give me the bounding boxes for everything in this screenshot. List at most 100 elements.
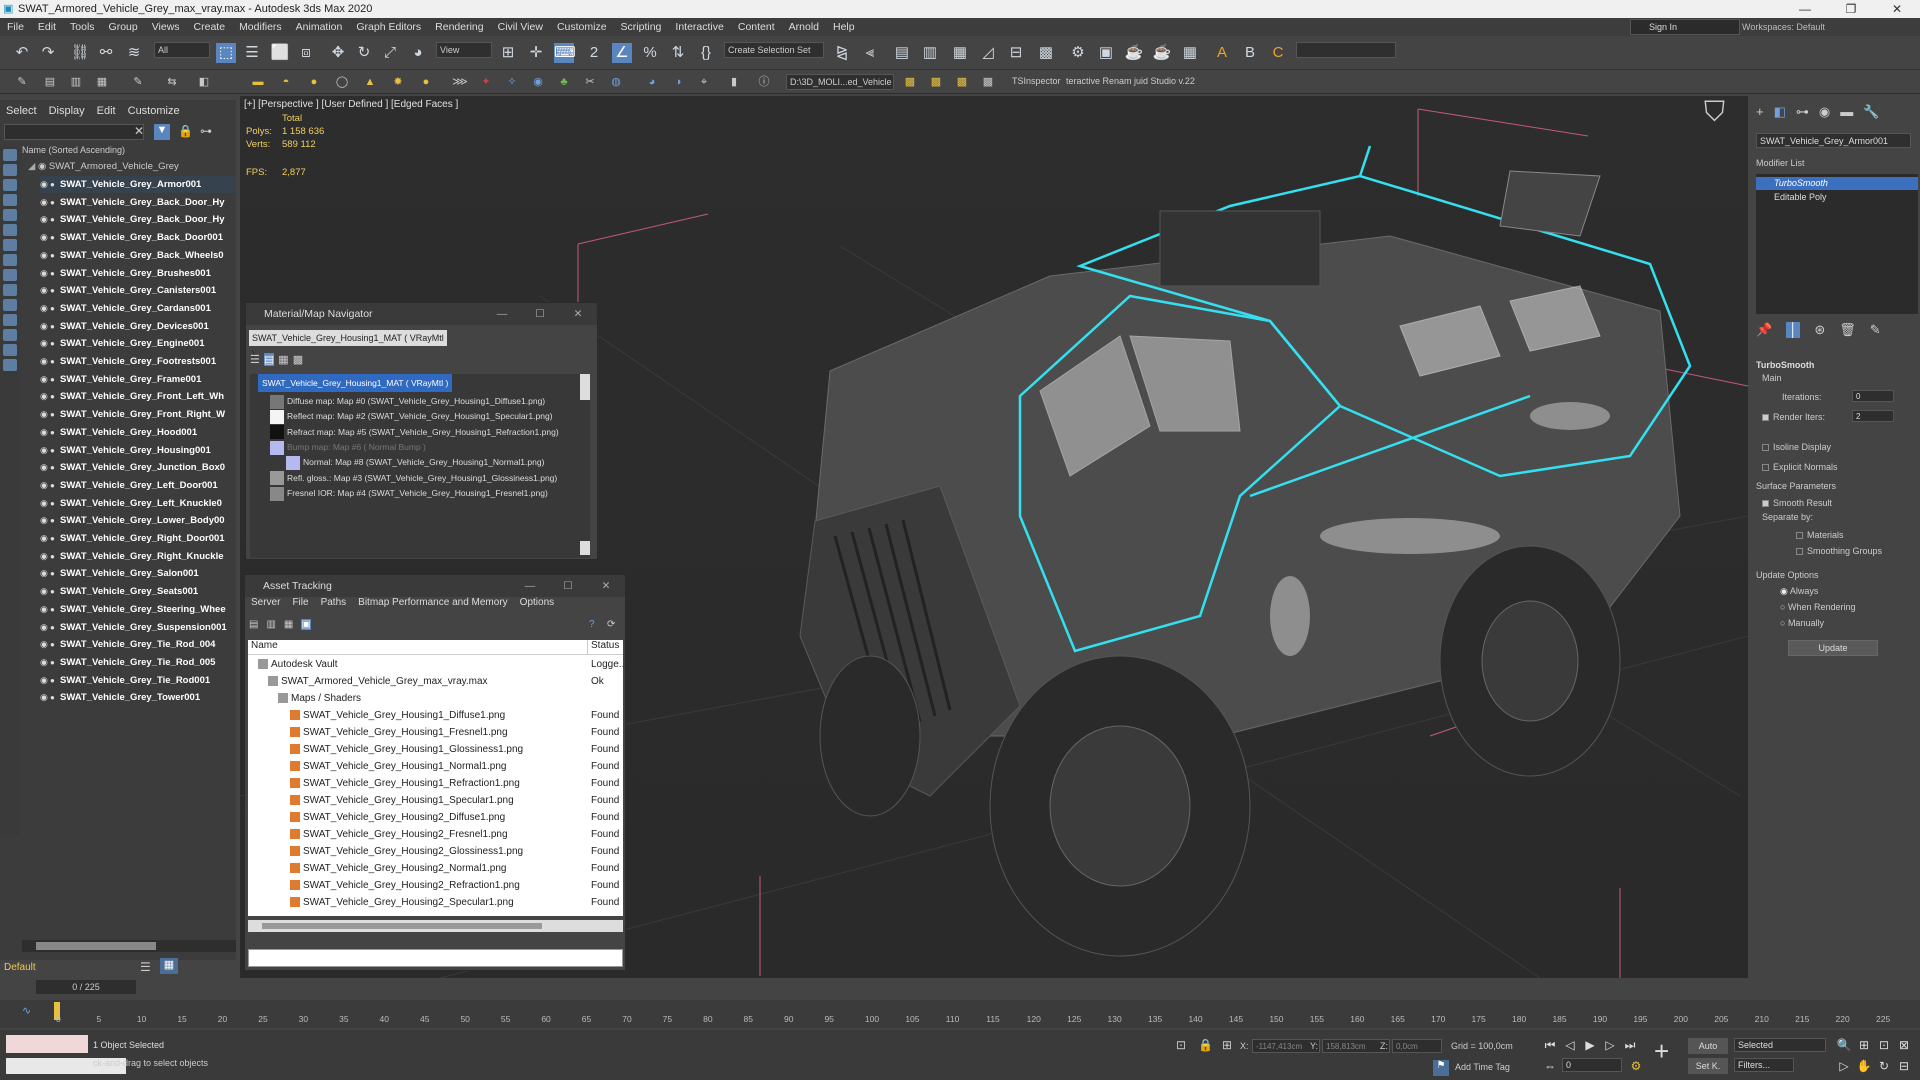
select-by-name-icon[interactable]: ☰ bbox=[242, 43, 262, 63]
toggle-ribbon-icon[interactable]: ▥ bbox=[920, 43, 940, 63]
visibility-eye-icon[interactable]: ◉ bbox=[40, 247, 50, 264]
asset-row[interactable]: SWAT_Vehicle_Grey_Housing1_Specular1.png… bbox=[248, 792, 623, 809]
render-activeshade-icon[interactable]: ▦ bbox=[1180, 43, 1200, 63]
lock-icon[interactable]: 🔒 bbox=[178, 124, 193, 138]
visibility-eye-icon[interactable]: ◉ bbox=[40, 548, 50, 565]
asset-menu-bitmap[interactable]: Bitmap Performance and Memory bbox=[352, 597, 514, 613]
tool-icon-13[interactable]: ✸ bbox=[390, 74, 406, 90]
rendered-frame-window-icon[interactable]: ▣ bbox=[1096, 43, 1116, 63]
filter-cameras-icon[interactable] bbox=[3, 194, 17, 206]
z-coord[interactable]: 0,0cm bbox=[1392, 1039, 1442, 1053]
when-rendering-radio[interactable]: ○ bbox=[1780, 602, 1788, 612]
move-icon[interactable]: ✥ bbox=[328, 43, 348, 63]
visibility-eye-icon[interactable]: ◉ bbox=[40, 636, 50, 653]
asset-menu-options[interactable]: Options bbox=[514, 597, 560, 613]
key-filters-button[interactable]: Filters... bbox=[1734, 1058, 1794, 1072]
filter-groups-icon[interactable] bbox=[3, 239, 17, 251]
current-frame-field[interactable]: 0 bbox=[1562, 1058, 1622, 1072]
root-eye-icon[interactable]: ◉ bbox=[38, 161, 46, 172]
window-crossing-icon[interactable]: ⧈ bbox=[296, 43, 316, 63]
view-list-icons-icon[interactable]: ▤ bbox=[263, 353, 275, 366]
tool-icon-11[interactable]: ◯ bbox=[334, 74, 350, 90]
tsinspector-label[interactable]: TSInspector bbox=[1012, 76, 1061, 86]
filter-helpers-icon[interactable] bbox=[3, 209, 17, 221]
filter-frozen-icon[interactable] bbox=[3, 299, 17, 311]
filter-geometry-icon[interactable] bbox=[3, 149, 17, 161]
schematic-view-icon[interactable]: ⊟ bbox=[1006, 43, 1026, 63]
asset-menu-paths[interactable]: Paths bbox=[315, 597, 353, 613]
tool-icon-30[interactable]: ▩ bbox=[980, 74, 996, 90]
motion-tab-icon[interactable]: ◉ bbox=[1819, 104, 1830, 120]
object-row[interactable]: ◉ ● SWAT_Vehicle_Grey_Housing001 bbox=[40, 442, 236, 459]
menu-animation[interactable]: Animation bbox=[289, 21, 350, 33]
mirror-icon[interactable]: ⧎ bbox=[832, 43, 852, 63]
menu-graph-editors[interactable]: Graph Editors bbox=[349, 21, 428, 33]
filter-bones-icon[interactable] bbox=[3, 269, 17, 281]
create-tab-icon[interactable]: + bbox=[1756, 104, 1764, 120]
object-row[interactable]: ◉ ● SWAT_Vehicle_Grey_Hood001 bbox=[40, 424, 236, 441]
visibility-eye-icon[interactable]: ◉ bbox=[40, 530, 50, 547]
asset-titlebar[interactable]: Asset Tracking — ☐ ✕ bbox=[245, 575, 625, 597]
object-row[interactable]: ◉ ● SWAT_Vehicle_Grey_Engine001 bbox=[40, 335, 236, 352]
isoline-checkbox[interactable] bbox=[1762, 444, 1769, 452]
visibility-eye-icon[interactable]: ◉ bbox=[40, 194, 50, 211]
asset-row[interactable]: SWAT_Vehicle_Grey_Housing1_Glossiness1.p… bbox=[248, 741, 623, 758]
previous-frame-icon[interactable]: ◁ bbox=[1562, 1037, 1578, 1053]
go-to-start-icon[interactable]: ⏮ bbox=[1542, 1037, 1558, 1053]
visibility-eye-icon[interactable]: ◉ bbox=[40, 229, 50, 246]
render-iters-spinner[interactable]: 2 bbox=[1852, 410, 1894, 422]
select-object-icon[interactable]: ⬚ bbox=[216, 43, 236, 63]
asset-minimize-button[interactable]: — bbox=[511, 580, 549, 592]
object-row[interactable]: ◉ ● SWAT_Vehicle_Grey_Back_Door001 bbox=[40, 229, 236, 246]
next-frame-icon[interactable]: ▷ bbox=[1602, 1037, 1618, 1053]
link-icon[interactable]: ⛓ bbox=[70, 43, 90, 63]
viewport-label[interactable]: [+] [Perspective ] [User Defined ] [Edge… bbox=[244, 99, 458, 110]
close-button[interactable]: ✕ bbox=[1874, 2, 1920, 16]
modify-tab-icon[interactable]: ◧ bbox=[1774, 104, 1786, 120]
iterations-spinner[interactable]: 0 bbox=[1852, 390, 1894, 402]
named-selection-dropdown[interactable]: Create Selection Set bbox=[724, 42, 824, 58]
col-name[interactable]: Name bbox=[248, 640, 588, 654]
scene-explorer-icon[interactable]: ▦ bbox=[950, 43, 970, 63]
visibility-eye-icon[interactable]: ◉ bbox=[40, 335, 50, 352]
asset-row[interactable]: SWAT_Vehicle_Grey_Housing1_Diffuse1.png F… bbox=[248, 707, 623, 724]
asset-row[interactable]: SWAT_Vehicle_Grey_Housing2_Diffuse1.png F… bbox=[248, 809, 623, 826]
snaps-toggle-icon[interactable]: 2 bbox=[584, 43, 604, 63]
menu-create[interactable]: Create bbox=[187, 21, 233, 33]
visibility-eye-icon[interactable]: ◉ bbox=[40, 282, 50, 299]
hierarchy-tab-icon[interactable]: ⊶ bbox=[1796, 104, 1809, 120]
visibility-eye-icon[interactable]: ◉ bbox=[40, 211, 50, 228]
asset-refresh-icon[interactable]: ⟳ bbox=[607, 619, 615, 630]
modifier-list-dropdown[interactable]: Modifier List bbox=[1756, 158, 1918, 171]
maximize-button[interactable]: ❐ bbox=[1828, 2, 1874, 16]
tool-icon-20[interactable]: ✂ bbox=[582, 74, 598, 90]
filter-none-icon[interactable] bbox=[3, 344, 17, 356]
smooth-result-checkbox[interactable] bbox=[1762, 500, 1769, 508]
matnav-titlebar[interactable]: Material/Map Navigator — ☐ ✕ bbox=[246, 303, 597, 325]
update-button[interactable]: Update bbox=[1788, 640, 1878, 656]
make-unique-icon[interactable]: ⊛ bbox=[1814, 322, 1825, 338]
object-row[interactable]: ◉ ● SWAT_Vehicle_Grey_Armor001 bbox=[40, 176, 236, 193]
menu-rendering[interactable]: Rendering bbox=[428, 21, 490, 33]
rotate-icon[interactable]: ↻ bbox=[354, 43, 374, 63]
object-name-field[interactable]: SWAT_Vehicle_Grey_Armor001 bbox=[1756, 133, 1911, 148]
asset-help-icon[interactable]: ? bbox=[589, 619, 595, 630]
menu-edit[interactable]: Edit bbox=[31, 21, 63, 33]
asset-tree-icon[interactable]: ▥ bbox=[266, 619, 275, 630]
reference-coord-dropdown[interactable]: View bbox=[436, 42, 492, 58]
matnav-close-button[interactable]: ✕ bbox=[559, 308, 597, 320]
explicit-normals-checkbox[interactable] bbox=[1762, 464, 1769, 472]
scene-explorer-toggle-icon[interactable]: ▦ bbox=[160, 958, 178, 974]
tool-icon-16[interactable]: ✦ bbox=[478, 74, 494, 90]
menu-content[interactable]: Content bbox=[731, 21, 782, 33]
minimize-button[interactable]: — bbox=[1782, 2, 1828, 16]
object-row[interactable]: ◉ ● SWAT_Vehicle_Grey_Footrests001 bbox=[40, 353, 236, 370]
tool-icon-26[interactable]: ⓘ bbox=[756, 74, 772, 90]
visibility-eye-icon[interactable]: ◉ bbox=[40, 318, 50, 335]
asset-scrollbar-thumb[interactable] bbox=[262, 923, 542, 929]
tool-icon-3[interactable]: ▥ bbox=[68, 74, 84, 90]
filter-shapes-icon[interactable] bbox=[3, 164, 17, 176]
scene-root[interactable]: ◢ ◉ SWAT_Armored_Vehicle_Grey bbox=[28, 161, 179, 172]
object-row[interactable]: ◉ ● SWAT_Vehicle_Grey_Tie_Rod_004 bbox=[40, 636, 236, 653]
menu-civil-view[interactable]: Civil View bbox=[491, 21, 550, 33]
